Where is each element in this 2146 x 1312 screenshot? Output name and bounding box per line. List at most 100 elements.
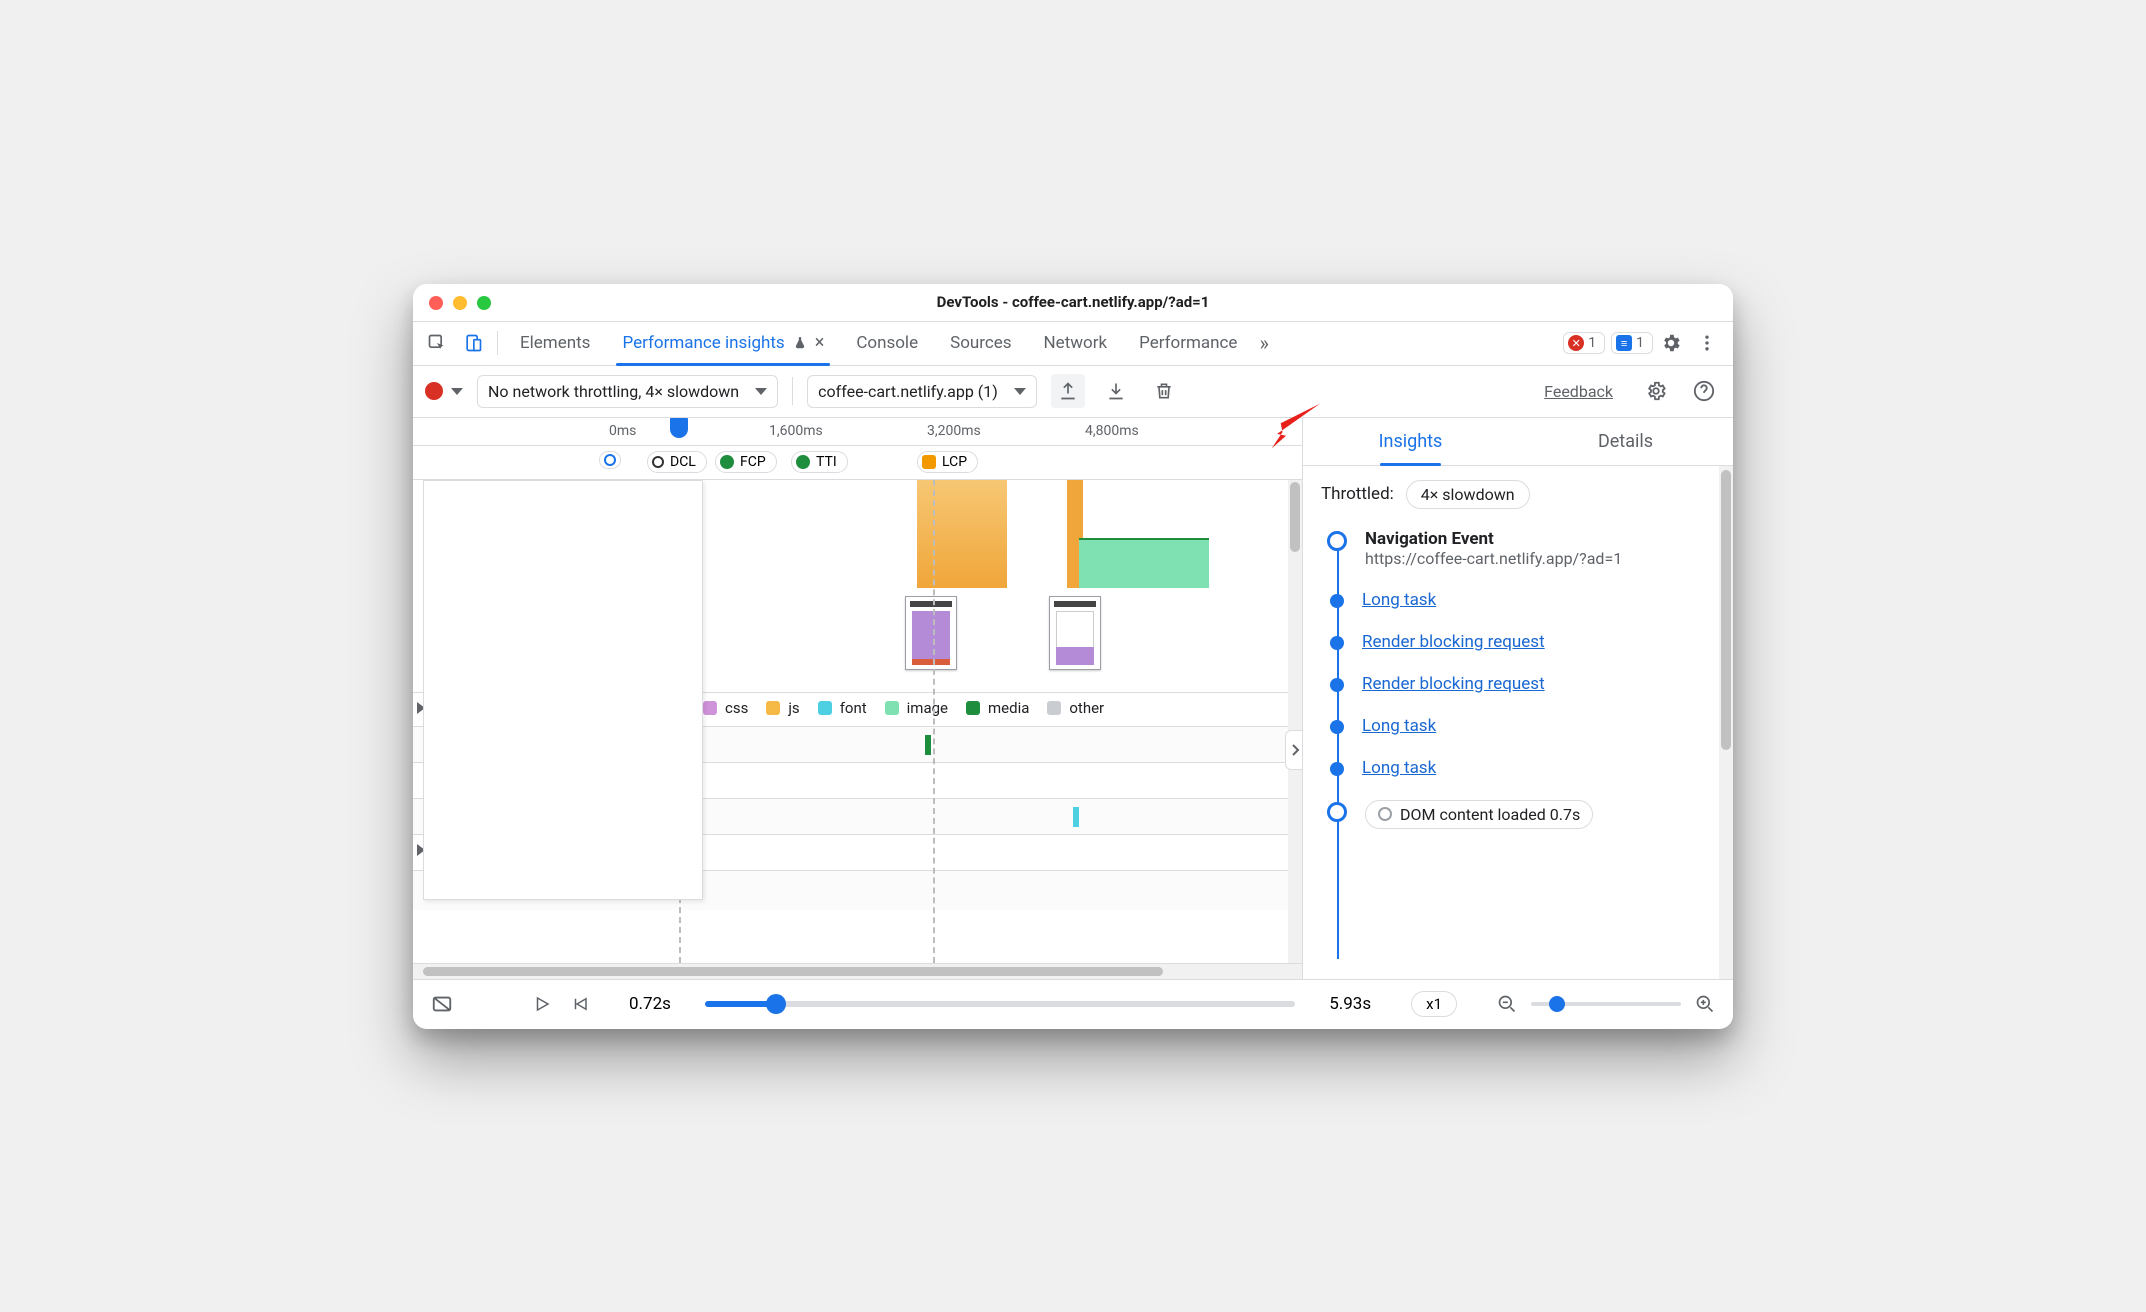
timeline-node-icon [1327,802,1347,822]
export-icon[interactable] [1051,374,1085,408]
tab-performance-insights[interactable]: Performance insights × [606,321,840,365]
request-bar[interactable] [925,735,931,755]
slider-knob[interactable] [766,994,786,1014]
timeline-panel: 0ms 1,600ms 3,200ms 4,800ms DCL FCP TTI … [413,418,1303,979]
playhead-marker[interactable] [670,418,688,438]
expand-sidebar-button[interactable] [1285,730,1302,770]
issues-icon: ≡ [1616,335,1632,351]
end-time: 5.93s [1329,994,1371,1014]
minimize-window-button[interactable] [453,296,467,310]
tab-network[interactable]: Network [1028,321,1124,365]
playback-slider[interactable] [705,1001,1295,1007]
vertical-scrollbar[interactable] [1288,480,1302,963]
legend-swatch-image [885,701,899,715]
milestones-row: DCL FCP TTI LCP [413,446,1302,480]
devtools-window: DevTools - coffee-cart.netlify.app/?ad=1… [413,284,1733,1029]
insights-tabs: Insights Details [1303,418,1733,466]
legend-swatch-css [703,701,717,715]
error-icon: ✕ [1568,335,1584,351]
screenshot-thumb[interactable] [1049,596,1101,670]
throttle-info: Throttled: 4× slowdown [1303,466,1733,519]
help-icon[interactable] [1687,374,1721,408]
devtools-tab-bar: Elements Performance insights × Console … [413,322,1733,366]
record-menu-chevron[interactable] [451,388,463,395]
zoom-out-icon[interactable] [1497,994,1517,1014]
horizontal-scrollbar[interactable] [413,963,1302,979]
settings-icon[interactable] [1653,325,1689,361]
insight-long-task[interactable]: Long task [1327,590,1725,610]
experiment-icon [793,335,807,351]
zoom-in-icon[interactable] [1695,994,1715,1014]
skip-start-button[interactable] [571,995,589,1013]
record-button[interactable] [425,382,443,400]
insight-navigation-event[interactable]: Navigation Event https://coffee-cart.net… [1327,529,1725,568]
inspect-element-icon[interactable] [419,325,455,361]
milestone-fcp[interactable]: FCP [715,451,777,473]
main-area: 0ms 1,600ms 3,200ms 4,800ms DCL FCP TTI … [413,418,1733,979]
perf-toolbar: No network throttling, 4× slowdown coffe… [413,366,1733,418]
task-block-orange[interactable] [917,480,1007,588]
milestone-lcp[interactable]: LCP [917,451,978,473]
close-window-button[interactable] [429,296,443,310]
milestone-generic[interactable] [599,451,621,469]
screenshot-thumb[interactable] [905,596,957,670]
timeline-node-icon [1330,636,1344,650]
playback-footer: 0.72s 5.93s x1 [413,979,1733,1029]
device-toolbar-icon[interactable] [455,325,491,361]
panel-settings-icon[interactable] [1639,374,1673,408]
insights-list: Navigation Event https://coffee-cart.net… [1303,519,1733,979]
current-time: 0.72s [629,994,671,1014]
tab-performance[interactable]: Performance [1123,321,1253,365]
slider-knob[interactable] [1549,996,1565,1012]
throttle-chip[interactable]: 4× slowdown [1406,480,1530,509]
play-button[interactable] [533,995,551,1013]
tab-insights[interactable]: Insights [1303,418,1518,465]
task-block-green[interactable] [1079,538,1209,588]
more-tabs-button[interactable]: » [1253,331,1274,355]
timeline-node-icon [1330,762,1344,776]
window-controls [429,296,491,310]
chevron-down-icon [1014,388,1026,395]
insights-panel: Insights Details Throttled: 4× slowdown … [1303,418,1733,979]
milestone-dcl[interactable]: DCL [647,451,707,473]
request-bar[interactable] [1073,807,1079,827]
time-ruler[interactable]: 0ms 1,600ms 3,200ms 4,800ms [413,418,1302,446]
timeline-node-icon [1330,720,1344,734]
annotation-arrow [1268,400,1322,450]
speed-chip[interactable]: x1 [1411,991,1457,1017]
legend-swatch-media [966,701,980,715]
issues-count-badge[interactable]: ≡ 1 [1611,332,1653,354]
window-title: DevTools - coffee-cart.netlify.app/?ad=1 [937,293,1210,311]
chevron-down-icon [755,388,767,395]
timeline-node-icon [1330,594,1344,608]
tab-sources[interactable]: Sources [934,321,1027,365]
timeline-node-icon [1330,678,1344,692]
feedback-link[interactable]: Feedback [1544,382,1613,401]
error-count-badge[interactable]: ✕ 1 [1563,332,1605,354]
insight-render-blocking[interactable]: Render blocking request [1327,632,1725,652]
toggle-view-icon[interactable] [431,993,453,1015]
timeline-node-icon [1327,531,1347,551]
insight-long-task[interactable]: Long task [1327,758,1725,778]
vertical-scrollbar[interactable] [1719,466,1733,979]
titlebar: DevTools - coffee-cart.netlify.app/?ad=1 [413,284,1733,322]
insight-dom-content-loaded[interactable]: DOM content loaded 0.7s [1327,800,1725,829]
screenshot-preview-overlay [423,480,703,900]
tab-elements[interactable]: Elements [504,321,606,365]
insight-render-blocking[interactable]: Render blocking request [1327,674,1725,694]
maximize-window-button[interactable] [477,296,491,310]
tab-console[interactable]: Console [840,321,934,365]
delete-icon[interactable] [1147,374,1181,408]
page-select[interactable]: coffee-cart.netlify.app (1) [807,375,1037,408]
flame-chart[interactable]: css js font image media other [413,480,1302,963]
zoom-slider[interactable] [1531,1002,1681,1006]
throttle-select[interactable]: No network throttling, 4× slowdown [477,375,778,408]
legend-swatch-font [818,701,832,715]
milestone-tti[interactable]: TTI [791,451,848,473]
close-tab-icon[interactable]: × [815,334,825,352]
tab-details[interactable]: Details [1518,418,1733,465]
circle-icon [1378,807,1392,821]
kebab-menu-icon[interactable] [1689,325,1725,361]
import-icon[interactable] [1099,374,1133,408]
insight-long-task[interactable]: Long task [1327,716,1725,736]
